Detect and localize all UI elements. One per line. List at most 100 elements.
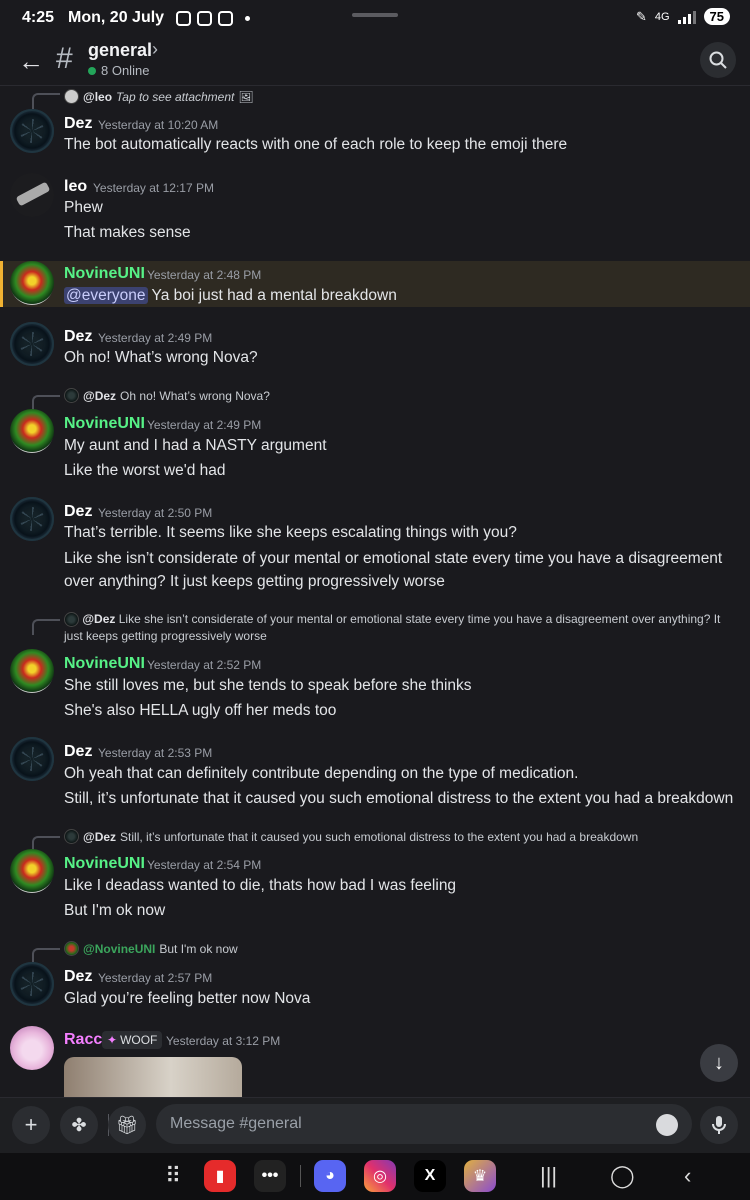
avatar[interactable]	[10, 1026, 54, 1070]
avatar[interactable]	[10, 109, 54, 153]
mic-button[interactable]	[700, 1106, 738, 1144]
app-drawer-icon[interactable]: ⠿	[165, 1163, 181, 1189]
dez-mini-avatar	[64, 829, 79, 844]
role-icon: ✦	[107, 1033, 118, 1047]
instagram-app-icon[interactable]: ◎	[364, 1160, 396, 1192]
apps-button[interactable]: ✤	[60, 1106, 98, 1144]
app-icon-red[interactable]: ▮	[204, 1160, 236, 1192]
gift-icon: 🎁︎	[115, 1114, 139, 1135]
avatar[interactable]	[10, 409, 54, 453]
reply-connector	[32, 619, 60, 635]
message-author[interactable]: Dez	[64, 328, 92, 346]
reply-user: @Dez	[83, 388, 117, 403]
message-placeholder: Message #general	[170, 1115, 302, 1132]
avatar[interactable]	[10, 737, 54, 781]
hash-icon: #	[56, 42, 73, 75]
recents-icon[interactable]: |||	[540, 1163, 557, 1189]
channel-title[interactable]: general	[88, 40, 152, 61]
reply-preview[interactable]: @NovineUNI But I'm ok now	[64, 941, 238, 956]
x-app-icon[interactable]: X	[414, 1160, 446, 1192]
discord-app-icon[interactable]: ◕	[314, 1160, 346, 1192]
message-text: Like the worst we'd had	[64, 462, 226, 479]
gift-button[interactable]: 🎁︎	[108, 1106, 146, 1144]
game-app-icon[interactable]: ♛	[464, 1160, 496, 1192]
jump-to-latest-button[interactable]: ↓	[700, 1044, 738, 1082]
reply-preview[interactable]: @Dez Oh no! What’s wrong Nova?	[64, 388, 270, 403]
message-input[interactable]: Message #general	[156, 1104, 692, 1144]
reply-preview[interactable]: @Dez Like she isn’t considerate of your …	[64, 611, 724, 645]
message-timestamp: Yesterday at 2:49 PM	[98, 331, 213, 345]
message-text: But I'm ok now	[64, 902, 166, 919]
message-author[interactable]: NovineUNI	[64, 655, 145, 673]
search-icon	[709, 51, 727, 69]
screenshot-notif-icon	[197, 10, 213, 26]
status-right: ✎ 4G 75	[636, 8, 730, 25]
message-author[interactable]: Dez	[64, 743, 92, 761]
plus-button[interactable]: +	[12, 1106, 50, 1144]
system-nav-bar: ⠿ ▮ ••• ◕ ◎ X ♛ ||| ◯ ‹	[0, 1153, 750, 1200]
message-timestamp: Yesterday at 12:17 PM	[93, 181, 214, 195]
message-text: Oh yeah that can definitely contribute d…	[64, 765, 579, 782]
avatar[interactable]	[10, 962, 54, 1006]
avatar[interactable]	[10, 173, 54, 217]
home-icon[interactable]: ◯	[610, 1163, 635, 1189]
message-author[interactable]: Racc	[64, 1031, 102, 1049]
avatar[interactable]	[10, 849, 54, 893]
avatar[interactable]	[10, 649, 54, 693]
instagram-notif-icon	[176, 10, 192, 26]
message-text: Like she isn’t considerate of your menta…	[64, 550, 723, 590]
message-timestamp: Yesterday at 10:20 AM	[98, 118, 219, 132]
message-list[interactable]: @leo Tap to see attachment 🖼 Dez Yesterd…	[0, 87, 750, 1097]
message-author[interactable]: NovineUNI	[64, 855, 145, 873]
message-author[interactable]: NovineUNI	[64, 415, 145, 433]
reply-text: But I'm ok now	[159, 941, 238, 956]
back-icon[interactable]: ‹	[684, 1163, 691, 1189]
instagram-notif-icon-2	[218, 10, 234, 26]
message-text: My aunt and I had a NASTY argument	[64, 437, 327, 454]
message-text: Phew	[64, 199, 103, 216]
dez-mini-avatar	[64, 612, 79, 628]
reply-text: Like she isn’t considerate of your menta…	[64, 612, 721, 643]
app-icon-dots[interactable]: •••	[254, 1160, 286, 1192]
everyone-mention[interactable]: @everyone	[64, 287, 148, 304]
message-timestamp: Yesterday at 2:52 PM	[147, 658, 262, 672]
reply-preview[interactable]: @leo Tap to see attachment 🖼	[64, 89, 254, 104]
reply-text: Still, it’s unfortunate that it caused y…	[120, 829, 639, 844]
channel-header: ← # general › 8 Online	[0, 36, 750, 86]
message-author[interactable]: NovineUNI	[64, 265, 145, 283]
emoji-icon[interactable]	[656, 1114, 678, 1136]
image-attachment[interactable]	[64, 1057, 242, 1097]
online-label: 8 Online	[101, 63, 150, 78]
reply-connector	[32, 93, 60, 109]
search-button[interactable]	[700, 42, 736, 78]
reply-text: Oh no! What’s wrong Nova?	[120, 388, 270, 403]
mic-icon	[712, 1116, 726, 1134]
reply-preview[interactable]: @Dez Still, it’s unfortunate that it cau…	[64, 829, 638, 844]
reply-user: @Dez	[83, 829, 117, 844]
message-timestamp: Yesterday at 2:49 PM	[147, 418, 262, 432]
message-author[interactable]: Dez	[64, 968, 92, 986]
message-text: She still loves me, but she tends to spe…	[64, 677, 472, 694]
status-time: 4:25	[22, 9, 55, 26]
back-arrow-icon[interactable]: ←	[18, 46, 44, 77]
message-text-body: Ya boi just had a mental breakdown	[151, 287, 397, 304]
role-tag: ✦ WOOF	[102, 1031, 163, 1049]
message-timestamp: Yesterday at 2:54 PM	[147, 858, 262, 872]
more-notifications-icon	[245, 15, 251, 21]
message-timestamp: Yesterday at 2:50 PM	[98, 506, 213, 520]
reply-user: @leo	[83, 89, 113, 104]
chevron-right-icon[interactable]: ›	[152, 39, 158, 60]
arrow-down-icon: ↓	[714, 1051, 724, 1074]
message-text: That makes sense	[64, 224, 191, 241]
message-author[interactable]: Dez	[64, 115, 92, 133]
message-author[interactable]: Dez	[64, 503, 92, 521]
online-count: 8 Online	[88, 63, 149, 78]
avatar[interactable]	[10, 497, 54, 541]
dez-mini-avatar	[64, 388, 79, 403]
message-text: @everyone Ya boi just had a mental break…	[64, 287, 397, 305]
reply-text: Tap to see attachment	[116, 89, 235, 104]
avatar[interactable]	[10, 322, 54, 366]
avatar[interactable]	[10, 261, 54, 305]
message-author[interactable]: leo	[64, 178, 87, 196]
message-timestamp: Yesterday at 2:53 PM	[98, 746, 213, 760]
